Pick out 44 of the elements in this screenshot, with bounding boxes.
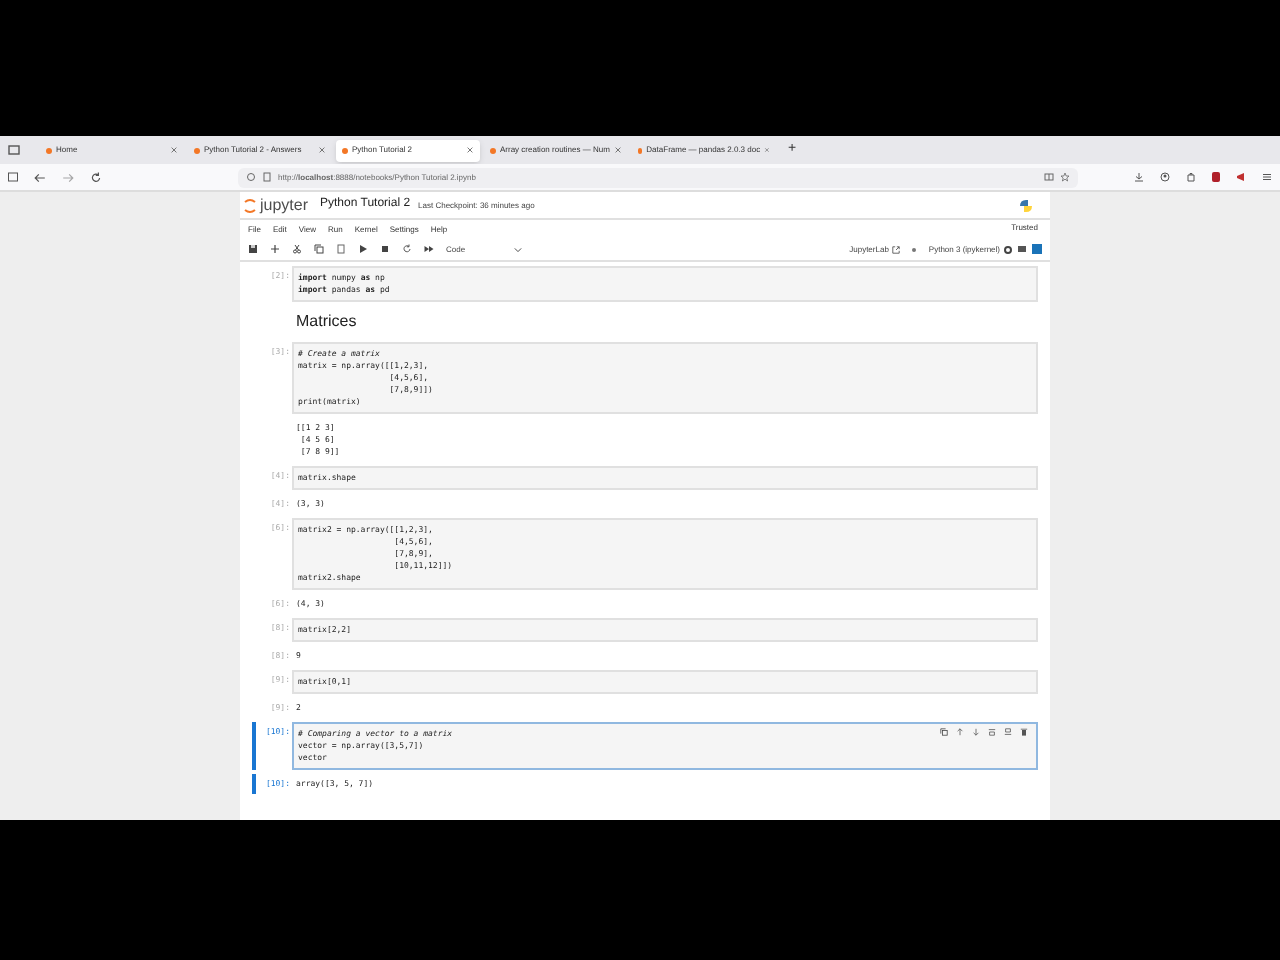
delete-icon[interactable] <box>1020 728 1028 736</box>
favicon-icon <box>638 147 643 153</box>
reload-icon[interactable] <box>90 171 102 183</box>
close-tab-icon[interactable] <box>614 146 622 154</box>
active-cell-marker <box>252 722 256 770</box>
reader-icon[interactable] <box>1044 172 1054 182</box>
insert-above-icon[interactable] <box>988 728 996 736</box>
jupyter-logo-text: jupyter <box>260 193 309 217</box>
kernel-idle-icon <box>1004 245 1012 253</box>
add-cell-icon[interactable] <box>270 244 280 254</box>
cut-icon[interactable] <box>292 244 302 254</box>
markdown-heading: Matrices <box>296 310 357 334</box>
move-down-icon[interactable] <box>972 728 980 736</box>
move-up-icon[interactable] <box>956 728 964 736</box>
account-icon[interactable] <box>1160 172 1170 182</box>
page-icon <box>262 172 272 182</box>
favicon-icon <box>490 147 496 153</box>
sidebar-icon[interactable] <box>8 172 18 182</box>
close-tab-icon[interactable] <box>466 146 474 154</box>
copy-icon[interactable] <box>314 244 324 254</box>
run-icon[interactable] <box>358 244 368 254</box>
menu-icon[interactable] <box>1262 172 1272 182</box>
close-tab-icon[interactable] <box>764 146 770 154</box>
jupyter-logo-icon <box>244 197 256 213</box>
caret-icon <box>514 245 522 253</box>
insert-below-icon[interactable] <box>1004 728 1012 736</box>
download-icon[interactable] <box>1134 172 1144 182</box>
stop-icon[interactable] <box>380 244 390 254</box>
python-logo-icon <box>1018 197 1034 213</box>
external-link-icon <box>892 245 901 253</box>
back-icon[interactable] <box>34 171 46 183</box>
duplicate-icon[interactable] <box>940 728 948 736</box>
bookmark-star-icon[interactable] <box>1060 172 1070 182</box>
favicon-icon <box>342 147 348 153</box>
tab-list-icon[interactable] <box>8 144 20 156</box>
active-cell-marker <box>252 774 256 794</box>
save-icon[interactable] <box>248 244 258 254</box>
restart-icon[interactable] <box>402 244 412 254</box>
paste-icon[interactable] <box>336 244 346 254</box>
favicon-icon <box>194 147 200 153</box>
close-tab-icon[interactable] <box>318 146 326 154</box>
fast-forward-icon[interactable] <box>424 244 434 254</box>
close-tab-icon[interactable] <box>170 146 178 154</box>
favicon-icon <box>46 147 52 153</box>
